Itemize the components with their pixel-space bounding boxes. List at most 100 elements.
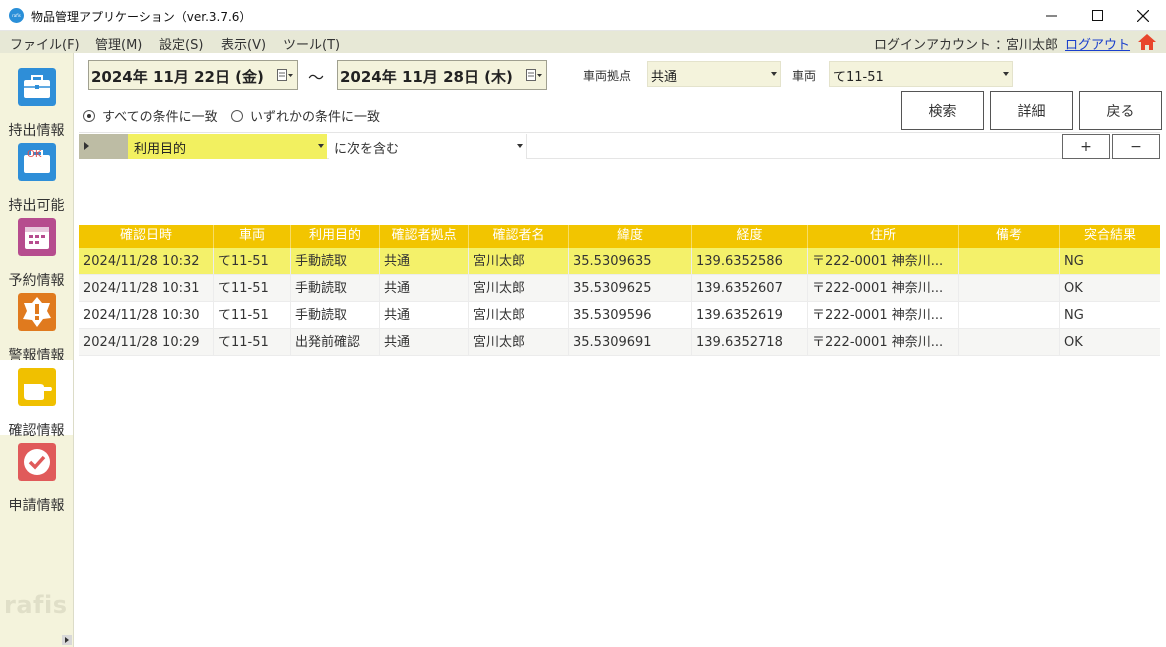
cell-datetime: 2024/11/28 10:32 <box>79 248 214 275</box>
sidebar-item-application[interactable]: 申請情報 <box>0 435 73 514</box>
sidebar-item-reservation[interactable]: 予約情報 <box>0 210 73 289</box>
close-icon <box>1137 9 1149 22</box>
column-header[interactable]: 確認者拠点 <box>380 225 469 248</box>
date-from-picker[interactable]: 2024年 11月 22日 (金) <box>88 60 298 90</box>
cell-purpose: 手動読取 <box>291 275 380 302</box>
column-header[interactable]: 住所 <box>808 225 959 248</box>
cell-latitude: 35.5309635 <box>569 248 692 275</box>
remove-condition-button[interactable]: − <box>1112 134 1160 159</box>
table-row[interactable]: 2024/11/28 10:31 て11-51 手動読取 共通 宮川太郎 35.… <box>79 275 1160 302</box>
vehicle-base-label: 車両拠点 <box>583 69 632 83</box>
chevron-down-icon <box>517 144 523 148</box>
cell-confirmer: 宮川太郎 <box>469 302 569 329</box>
cell-result: NG <box>1064 254 1084 269</box>
cell-latitude: 35.5309691 <box>569 329 692 356</box>
radio-match-any[interactable]: いずれかの条件に一致 <box>231 106 380 125</box>
column-header[interactable]: 確認日時 <box>79 225 214 248</box>
sidebar-item-alarm[interactable]: 警報情報 <box>0 285 73 364</box>
cell-result: OK <box>1064 281 1083 296</box>
maximize-icon <box>1091 10 1103 21</box>
table-row[interactable]: 2024/11/28 10:30 て11-51 手動読取 共通 宮川太郎 35.… <box>79 302 1160 329</box>
cell-datetime: 2024/11/28 10:30 <box>79 302 214 329</box>
column-header[interactable]: 利用目的 <box>291 225 380 248</box>
cell-address: 〒222-0001 神奈川... <box>808 329 959 356</box>
cell-base: 共通 <box>380 248 469 275</box>
column-header[interactable]: 突合結果 <box>1060 225 1160 248</box>
window-title: 物品管理アプリケーション（ver.3.7.6） <box>31 10 252 24</box>
vehicle-base-select[interactable]: 共通 <box>647 61 781 87</box>
vehicle-label: 車両 <box>792 69 817 83</box>
calendar-dropdown-icon[interactable] <box>526 69 542 82</box>
cell-confirmer: 宮川太郎 <box>469 329 569 356</box>
calendar-dropdown-icon[interactable] <box>277 69 293 82</box>
table-row[interactable]: 2024/11/28 10:29 て11-51 出発前確認 共通 宮川太郎 35… <box>79 329 1160 356</box>
filter-operator-value: に次を含む <box>334 142 400 157</box>
column-header[interactable]: 確認者名 <box>469 225 569 248</box>
briefcase-icon <box>18 68 56 106</box>
search-button[interactable]: 検索 <box>901 91 984 130</box>
sidebar-item-label: 申請情報 <box>8 498 65 514</box>
sidebar-item-checkout[interactable]: 持出情報 <box>0 60 73 139</box>
menu-settings[interactable]: 設定(S) <box>159 34 203 53</box>
cell-vehicle: て11-51 <box>214 248 291 275</box>
svg-text:OK: OK <box>27 149 42 160</box>
login-user-name: 宮川太郎 <box>1006 38 1059 53</box>
back-button[interactable]: 戻る <box>1079 91 1162 130</box>
app-logo-icon: rafis <box>9 8 24 23</box>
cell-vehicle: て11-51 <box>214 275 291 302</box>
cell-address: 〒222-0001 神奈川... <box>808 302 959 329</box>
radio-match-all[interactable]: すべての条件に一致 <box>83 106 218 125</box>
maximize-button[interactable] <box>1074 0 1120 31</box>
filter-field-select[interactable]: 利用目的 <box>128 134 327 159</box>
cell-latitude: 35.5309596 <box>569 302 692 329</box>
chevron-down-icon <box>318 144 324 148</box>
date-to-picker[interactable]: 2024年 11月 28日 (木) <box>337 60 547 90</box>
cell-longitude: 139.6352718 <box>692 329 808 356</box>
sidebar-item-available[interactable]: OK 持出可能 <box>0 135 73 214</box>
scroll-right-icon[interactable] <box>62 635 72 645</box>
chevron-down-icon <box>771 72 777 76</box>
filter-expand-icon[interactable] <box>79 134 128 159</box>
add-condition-button[interactable]: + <box>1062 134 1110 159</box>
check-icon <box>18 443 56 481</box>
cell-longitude: 139.6352586 <box>692 248 808 275</box>
radio-match-any-label: いずれかの条件に一致 <box>250 110 381 125</box>
cell-base: 共通 <box>380 302 469 329</box>
cell-notes <box>959 275 1060 302</box>
menu-tools[interactable]: ツール(T) <box>283 34 340 53</box>
login-account-label: ログインアカウント ： <box>874 38 1009 53</box>
vehicle-value: て11-51 <box>833 70 884 85</box>
home-icon[interactable] <box>1137 33 1157 51</box>
column-header[interactable]: 備考 <box>959 225 1060 248</box>
vehicle-select[interactable]: て11-51 <box>829 61 1013 87</box>
date-from-value: 2024年 11月 22日 (金) <box>91 68 264 86</box>
column-header[interactable]: 車両 <box>214 225 291 248</box>
date-range-separator: ～ <box>308 68 325 87</box>
column-header[interactable]: 経度 <box>692 225 808 248</box>
logout-link[interactable]: ログアウト <box>1065 34 1130 53</box>
table-row[interactable]: 2024/11/28 10:32 て11-51 手動読取 共通 宮川太郎 35.… <box>79 248 1160 275</box>
menu-manage[interactable]: 管理(M) <box>95 34 142 53</box>
minimize-button[interactable] <box>1028 0 1074 31</box>
filter-value-input[interactable] <box>529 134 1059 159</box>
cell-notes <box>959 329 1060 356</box>
title-bar: rafis 物品管理アプリケーション（ver.3.7.6） <box>0 0 1166 31</box>
cell-confirmer: 宮川太郎 <box>469 248 569 275</box>
cell-datetime: 2024/11/28 10:29 <box>79 329 214 356</box>
cell-purpose: 手動読取 <box>291 302 380 329</box>
filter-condition-row: 利用目的 に次を含む + − <box>79 132 1160 159</box>
column-header[interactable]: 緯度 <box>569 225 692 248</box>
detail-button[interactable]: 詳細 <box>990 91 1073 130</box>
date-to-value: 2024年 11月 28日 (木) <box>340 68 513 86</box>
cell-vehicle: て11-51 <box>214 302 291 329</box>
close-button[interactable] <box>1120 0 1166 31</box>
chevron-down-icon <box>1003 72 1009 76</box>
menu-file[interactable]: ファイル(F) <box>10 34 80 53</box>
menu-view[interactable]: 表示(V) <box>221 34 266 53</box>
cell-result: NG <box>1064 308 1084 323</box>
cell-latitude: 35.5309625 <box>569 275 692 302</box>
filter-field-value: 利用目的 <box>134 142 187 157</box>
filter-operator-select[interactable]: に次を含む <box>329 134 527 159</box>
cell-longitude: 139.6352619 <box>692 302 808 329</box>
sidebar-item-confirmation[interactable]: 確認情報 <box>0 360 73 439</box>
